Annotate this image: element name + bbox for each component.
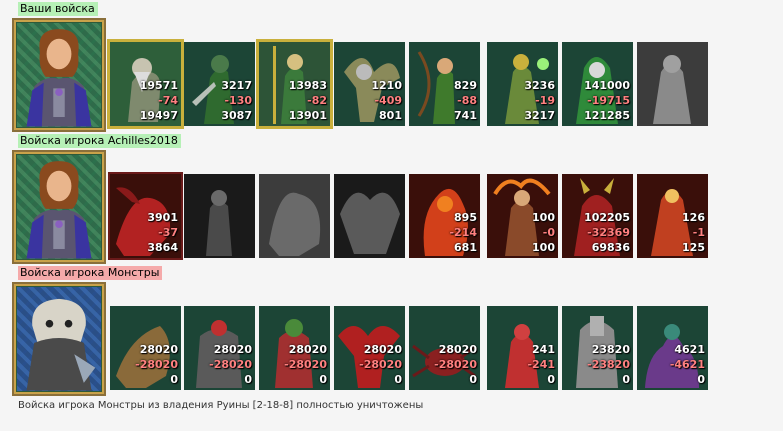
unit-losses: -1 (692, 226, 705, 239)
monster-hero-icon (26, 298, 96, 391)
ghost-beast-icon (269, 192, 321, 256)
unit-losses: -74 (158, 94, 178, 107)
unit-card[interactable]: 895 -214 681 (409, 174, 480, 258)
unit-losses: -4621 (669, 358, 705, 371)
unit-remaining: 0 (622, 373, 630, 386)
unit-losses: -88 (457, 94, 477, 107)
unit-card[interactable]: 23820 -23820 0 (562, 306, 633, 390)
unit-remaining: 125 (682, 241, 705, 254)
unit-losses: -28020 (434, 358, 477, 371)
unit-losses: -19 (535, 94, 555, 107)
unit-card[interactable]: 102205 -32369 69836 (562, 174, 633, 258)
unit-losses: -23820 (587, 358, 630, 371)
unit-card[interactable]: 3217 -130 3087 (184, 42, 255, 126)
unit-card[interactable] (259, 174, 330, 258)
unit-remaining: 3217 (524, 109, 555, 122)
unit-remaining: 0 (244, 373, 252, 386)
unit-remaining: 0 (697, 373, 705, 386)
skeleton-icon (206, 190, 232, 256)
unit-losses: -214 (449, 226, 477, 239)
unit-losses: -409 (374, 94, 402, 107)
unit-initial-count: 241 (532, 343, 555, 356)
unit-initial-count: 829 (454, 79, 477, 92)
unit-losses: -28020 (359, 358, 402, 371)
unit-losses: -28020 (284, 358, 327, 371)
unit-initial-count: 28020 (139, 343, 178, 356)
unit-card[interactable]: 829 -88 741 (409, 42, 480, 126)
unit-card[interactable]: 28020 -28020 0 (409, 306, 480, 390)
unit-card[interactable]: 28020 -28020 0 (110, 306, 181, 390)
unit-remaining: 19497 (139, 109, 178, 122)
hero-portrait-monsters[interactable] (12, 282, 106, 396)
unit-losses: -37 (158, 226, 178, 239)
unit-card[interactable]: 28020 -28020 0 (334, 306, 405, 390)
unit-card[interactable] (184, 174, 255, 258)
unit-losses: -0 (542, 226, 555, 239)
unit-card[interactable]: 19571 -74 19497 (107, 39, 184, 129)
unit-card[interactable]: 241 -241 0 (487, 306, 558, 390)
unit-initial-count: 28020 (288, 343, 327, 356)
unit-initial-count: 19571 (139, 79, 178, 92)
unit-losses: -28020 (135, 358, 178, 371)
hero-portrait-player[interactable] (12, 18, 106, 132)
unit-card[interactable]: 13983 -82 13901 (256, 39, 333, 129)
hero-figure-icon (26, 161, 92, 259)
section-label-your-troops: Ваши войска (18, 2, 98, 16)
unit-card[interactable]: 3236 -19 3217 (487, 42, 558, 126)
unit-initial-count: 100 (532, 211, 555, 224)
unit-initial-count: 102205 (584, 211, 630, 224)
unit-losses: -32369 (587, 226, 630, 239)
unit-initial-count: 895 (454, 211, 477, 224)
unit-initial-count: 141000 (584, 79, 630, 92)
unit-remaining: 0 (547, 373, 555, 386)
unit-initial-count: 3901 (147, 211, 178, 224)
unit-remaining: 3087 (221, 109, 252, 122)
unit-remaining: 681 (454, 241, 477, 254)
unit-card[interactable] (334, 174, 405, 258)
unit-remaining: 121285 (584, 109, 630, 122)
unit-remaining: 0 (170, 373, 178, 386)
unit-losses: -82 (307, 94, 327, 107)
hero-figure-icon (26, 29, 92, 127)
unit-remaining: 741 (454, 109, 477, 122)
stone-statue-icon (653, 55, 691, 124)
unit-losses: -19715 (587, 94, 630, 107)
unit-initial-count: 126 (682, 211, 705, 224)
section-label-monster-troops: Войска игрока Монстры (18, 266, 163, 280)
unit-remaining: 0 (469, 373, 477, 386)
unit-card[interactable]: 1210 -409 801 (334, 42, 405, 126)
unit-initial-count: 1210 (371, 79, 402, 92)
unit-losses: -241 (527, 358, 555, 371)
unit-card[interactable]: 141000 -19715 121285 (562, 42, 633, 126)
unit-card[interactable]: 3901 -37 3864 (108, 172, 183, 260)
unit-initial-count: 28020 (438, 343, 477, 356)
unit-remaining: 801 (379, 109, 402, 122)
unit-initial-count: 28020 (363, 343, 402, 356)
hero-portrait-ally[interactable] (12, 150, 106, 264)
unit-card[interactable] (637, 42, 708, 126)
unit-initial-count: 4621 (674, 343, 705, 356)
unit-losses: -28020 (209, 358, 252, 371)
unit-remaining: 0 (319, 373, 327, 386)
unit-card[interactable]: 28020 -28020 0 (259, 306, 330, 390)
unit-remaining: 0 (394, 373, 402, 386)
unit-remaining: 3864 (147, 241, 178, 254)
section-label-ally-troops: Войска игрока Achilles2018 (18, 134, 181, 148)
unit-card[interactable]: 100 -0 100 (487, 174, 558, 258)
unit-card[interactable]: 126 -1 125 (637, 174, 708, 258)
unit-initial-count: 23820 (591, 343, 630, 356)
unit-remaining: 100 (532, 241, 555, 254)
unit-initial-count: 3236 (524, 79, 555, 92)
bone-dragon-icon (340, 192, 400, 254)
unit-remaining: 13901 (288, 109, 327, 122)
unit-losses: -130 (224, 94, 252, 107)
unit-card[interactable]: 28020 -28020 0 (184, 306, 255, 390)
battle-result-message: Войска игрока Монстры из владения Руины … (18, 400, 424, 411)
unit-initial-count: 13983 (288, 79, 327, 92)
unit-initial-count: 3217 (221, 79, 252, 92)
unit-card[interactable]: 4621 -4621 0 (637, 306, 708, 390)
unit-initial-count: 28020 (213, 343, 252, 356)
unit-remaining: 69836 (591, 241, 630, 254)
